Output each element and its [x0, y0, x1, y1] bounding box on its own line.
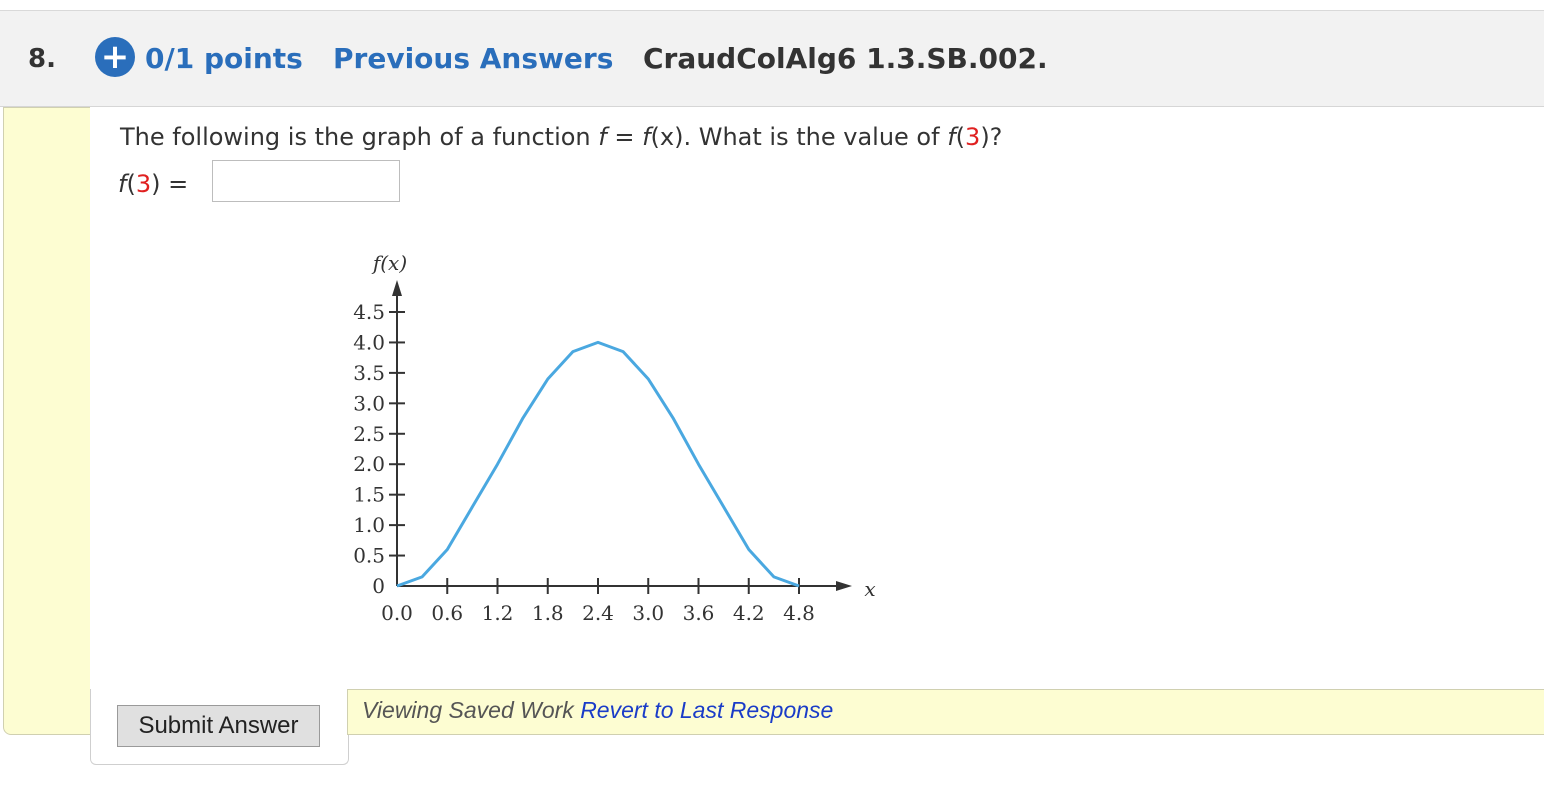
viewing-saved-label: Viewing Saved Work [362, 697, 581, 723]
y-axis-arrow [392, 280, 402, 296]
graph-axes [392, 280, 852, 591]
x-tick-label: 4.2 [733, 601, 765, 625]
x-tick-label: 4.8 [783, 601, 815, 625]
y-tick-label: 3.5 [353, 361, 385, 385]
x-tick-label: 2.4 [582, 601, 614, 625]
submit-answer-button[interactable]: Submit Answer [117, 705, 320, 747]
function-graph: 0 0.5 1.0 1.5 2.0 2.5 3.0 3.5 4.0 4.5 0.0 0.6 1.2 1.8… [353, 251, 875, 625]
function-curve [396, 340, 800, 588]
x-axis-label: x [864, 577, 875, 601]
x-axis-arrow [836, 581, 852, 591]
y-tick-label: 0 [372, 574, 385, 598]
y-tick-label: 0.5 [353, 544, 385, 568]
revert-link[interactable]: Revert to Last Response [580, 697, 833, 723]
saved-work-text: Viewing Saved Work Revert to Last Respon… [362, 697, 833, 724]
y-tick-label: 1.5 [353, 483, 385, 507]
x-tick-label: 1.2 [482, 601, 514, 625]
y-tick-label: 2.5 [353, 422, 385, 446]
y-axis-label: f(x) [371, 251, 407, 275]
y-tick-label: 4.5 [353, 300, 385, 324]
x-tick-label: 1.8 [532, 601, 564, 625]
y-tick-label: 1.0 [353, 513, 385, 537]
y-tick-label: 4.0 [353, 330, 385, 354]
x-tick-label: 3.0 [632, 601, 664, 625]
y-tick-label: 3.0 [353, 391, 385, 415]
x-tick-label: 0.0 [381, 601, 413, 625]
graph-ticks [389, 311, 800, 594]
y-tick-label: 2.0 [353, 452, 385, 476]
x-tick-label: 0.6 [431, 601, 463, 625]
x-tick-label: 3.6 [683, 601, 715, 625]
